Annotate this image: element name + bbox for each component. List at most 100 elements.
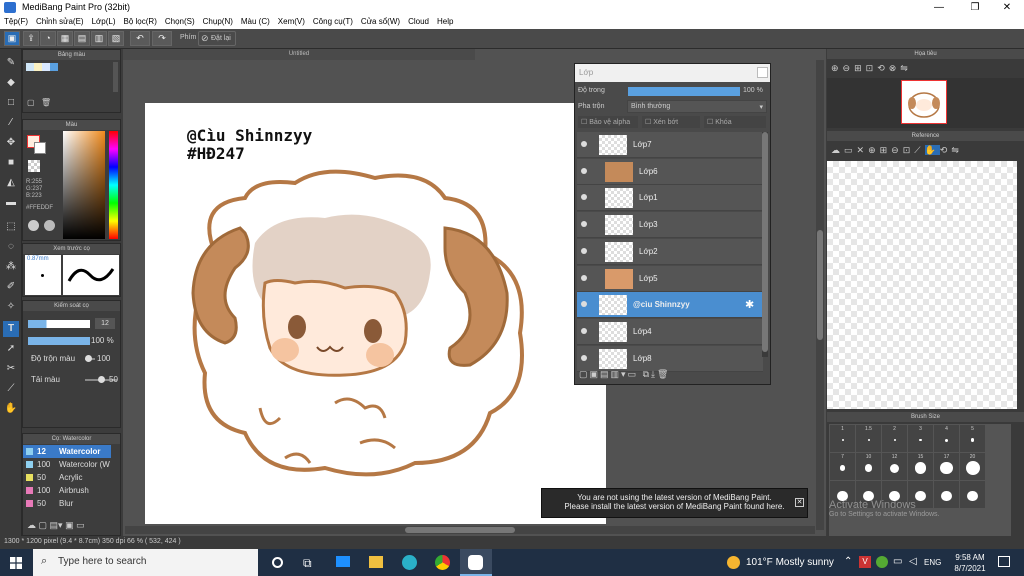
reference-zoom-in-icon[interactable]: ⊕	[868, 145, 880, 155]
brush-copy-icon[interactable]: ▣	[65, 520, 74, 530]
layer-settings-gear-icon[interactable]: ✱	[745, 298, 754, 311]
notice-close-icon[interactable]: ✕	[795, 498, 804, 507]
brush-size-cell[interactable]: 5	[960, 425, 985, 452]
layer-row[interactable]: Lớp3	[577, 212, 763, 239]
brush-size-slider[interactable]	[28, 320, 90, 328]
brush-size-value[interactable]: 12	[95, 318, 115, 329]
layer-row[interactable]: Lớp1	[577, 185, 763, 212]
brush-list-item[interactable]: 100 Airbrush	[23, 484, 111, 497]
menu-item[interactable]: Màu (C)	[241, 15, 270, 29]
color-mode-icon[interactable]	[44, 220, 55, 231]
navigator-view[interactable]	[827, 78, 1024, 128]
edge-icon[interactable]	[402, 555, 417, 570]
hand-tool-icon[interactable]: ✋	[3, 401, 19, 417]
menu-item[interactable]: Cửa sổ(W)	[361, 15, 400, 29]
brush-size-cell[interactable]: 10	[856, 453, 881, 480]
lasso-tool-icon[interactable]: ◌	[3, 239, 19, 255]
undo-icon[interactable]: ↶	[130, 31, 150, 46]
secondary-color-swatch[interactable]	[34, 142, 46, 154]
layer-visibility-icon[interactable]	[581, 301, 587, 308]
layer-row[interactable]: Lớp8	[577, 345, 763, 372]
reference-zoom-out-icon[interactable]: ⊖	[891, 145, 903, 155]
minimize-button[interactable]: —	[922, 0, 956, 15]
move-tool-icon[interactable]: ✥	[3, 135, 19, 151]
brush-size-cell[interactable]: 1	[830, 425, 855, 452]
layer-scrollbar[interactable]	[762, 132, 768, 357]
brush-size-cell[interactable]: 2	[882, 425, 907, 452]
reference-flip-icon[interactable]: ⇋	[951, 145, 963, 155]
frame-icon[interactable]: ▤	[74, 31, 90, 46]
dot-tool-icon[interactable]: □	[3, 95, 19, 111]
layout-icon[interactable]: ▥	[91, 31, 107, 46]
brush-list-item[interactable]: 50 Blur	[23, 497, 111, 510]
drawing-canvas[interactable]: @Cìu Shinnzyy #HĐ247	[145, 103, 606, 524]
new-layer-icon[interactable]: ▢	[579, 369, 590, 379]
actual-size-icon[interactable]: ⊡	[866, 63, 878, 73]
layer-visibility-icon[interactable]	[581, 247, 587, 254]
palette-scrollbar[interactable]	[113, 62, 118, 92]
palette-swatch[interactable]	[34, 63, 42, 71]
layer-row[interactable]: Lớp5	[577, 265, 763, 292]
task-view-icon[interactable]: ⧉	[303, 556, 312, 571]
new-icon[interactable]: ▣	[4, 31, 20, 46]
reset-button[interactable]: ⊘ Đặt lại	[198, 31, 236, 46]
pen-tool-icon[interactable]: ⁄	[3, 115, 19, 131]
layer-folder-icon[interactable]: ▭	[628, 369, 639, 379]
brush-size-cell[interactable]: 4	[934, 425, 959, 452]
comment-icon[interactable]: ◔	[40, 31, 56, 46]
rotate-icon[interactable]: ⟲	[877, 63, 889, 73]
reference-actual-icon[interactable]: ⊡	[903, 145, 915, 155]
zoom-in-icon[interactable]: ⊕	[831, 63, 843, 73]
menu-item[interactable]: Bộ lọc(R)	[124, 15, 157, 29]
brush-add-icon[interactable]: ▢	[39, 520, 48, 530]
delete-layer-icon[interactable]: 🗑	[657, 369, 670, 379]
brush-size-cell[interactable]: 3	[908, 425, 933, 452]
redo-icon[interactable]: ↷	[152, 31, 172, 46]
medibang-taskbar-button[interactable]	[460, 549, 492, 576]
maximize-button[interactable]: ❐	[958, 0, 992, 15]
close-button[interactable]: ✕	[990, 0, 1024, 15]
menu-item[interactable]: Chỉnh sửa(E)	[36, 15, 84, 29]
layer-row[interactable]: @cìu Shinnzyy ✱	[577, 292, 763, 319]
layer-panel-close-icon[interactable]	[757, 67, 768, 78]
document-tab[interactable]: Untitled	[123, 49, 475, 60]
saturation-value-square[interactable]	[63, 131, 105, 239]
reference-eyedropper-icon[interactable]: ⟋	[914, 145, 924, 155]
palette-add-icon[interactable]: ▢	[27, 98, 35, 107]
lock-checkbox[interactable]: ☐ Khóa	[704, 116, 766, 128]
palette-delete-icon[interactable]: 🗑	[41, 98, 51, 107]
reference-open-icon[interactable]: ▭	[844, 145, 857, 155]
palette-swatch[interactable]	[42, 63, 50, 71]
brush-size-cell[interactable]: 1.5	[856, 425, 881, 452]
fill-rect-tool-icon[interactable]: ■	[3, 155, 19, 171]
menu-item[interactable]: Tệp(F)	[4, 15, 28, 29]
brush-size-cell[interactable]: 15	[908, 453, 933, 480]
menu-item[interactable]: Xem(V)	[278, 15, 305, 29]
load-slider-thumb[interactable]	[98, 376, 105, 383]
chevron-up-icon[interactable]: ⌃	[844, 556, 852, 567]
clock[interactable]: 9:58 AM 8/7/2021	[950, 552, 990, 574]
volume-icon[interactable]: ◁	[909, 556, 917, 567]
layer-row[interactable]: Lớp6	[577, 158, 763, 185]
language-indicator[interactable]: ENG	[924, 558, 941, 567]
reference-view[interactable]	[827, 161, 1017, 409]
layer-visibility-icon[interactable]	[581, 141, 587, 147]
palette-swatch[interactable]	[50, 63, 58, 71]
gradient-tool-icon[interactable]: ▬	[3, 195, 19, 211]
reference-hand-icon[interactable]: ✋	[924, 145, 940, 155]
chrome-icon[interactable]	[435, 555, 450, 570]
divide-tool-icon[interactable]: ✂	[3, 361, 19, 377]
layer-visibility-icon[interactable]	[581, 327, 587, 334]
reference-rotate-icon[interactable]: ⟲	[940, 145, 952, 155]
bucket-tool-icon[interactable]: ◭	[3, 175, 19, 191]
brush-list-item[interactable]: 50 Acrylic	[23, 471, 111, 484]
new-8bit-layer-icon[interactable]: ▤	[600, 369, 611, 379]
hue-slider[interactable]	[109, 131, 118, 239]
transparent-color-swatch[interactable]	[28, 160, 40, 172]
panel-icon[interactable]: ▧	[108, 31, 124, 46]
tray-app-icon[interactable]	[876, 556, 888, 568]
fit-icon[interactable]: ⊞	[854, 63, 866, 73]
menu-item[interactable]: Chọn(S)	[165, 15, 195, 29]
brush-cloud-icon[interactable]: ☁	[27, 520, 36, 530]
reference-fit-icon[interactable]: ⊞	[880, 145, 892, 155]
